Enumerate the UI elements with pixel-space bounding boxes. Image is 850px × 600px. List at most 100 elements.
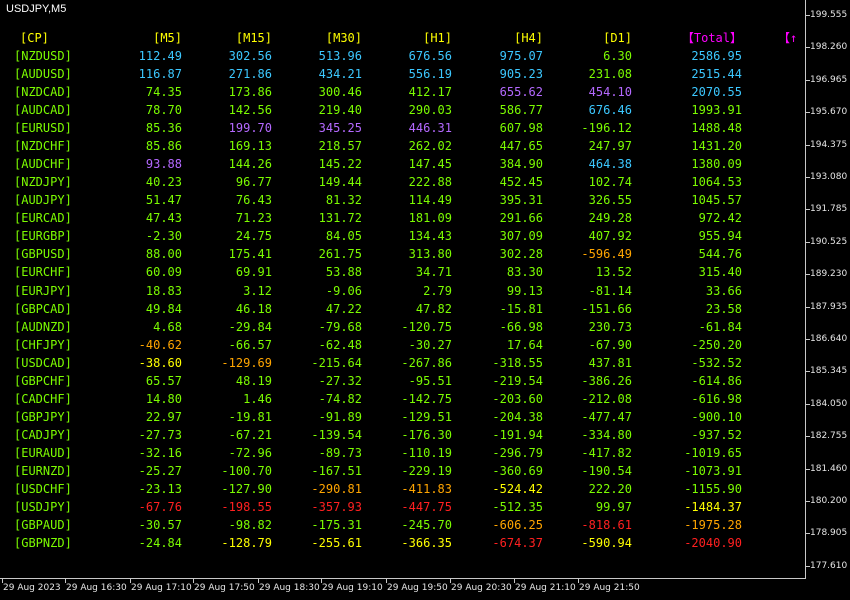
value-cell: 65.57 <box>145 374 182 388</box>
value-cell: 199.70 <box>228 121 272 135</box>
value-cell: 116.87 <box>138 67 182 81</box>
value-cell: 49.84 <box>145 302 182 316</box>
value-cell: -98.82 <box>228 518 272 532</box>
value-cell: -175.31 <box>311 518 362 532</box>
value-cell: 247.97 <box>588 139 632 153</box>
value-cell: 173.86 <box>228 85 272 99</box>
value-cell: -128.79 <box>221 536 272 550</box>
value-cell: -2040.90 <box>684 536 742 550</box>
price-label: 194.375 <box>810 140 848 150</box>
value-cell: -66.98 <box>499 320 543 334</box>
value-cell: -89.73 <box>318 446 362 460</box>
value-cell: -1155.90 <box>684 482 742 496</box>
value-cell: 13.52 <box>595 265 632 279</box>
value-cell: 222.20 <box>588 482 632 496</box>
value-cell: 315.40 <box>698 265 742 279</box>
value-cell: 99.97 <box>595 500 632 514</box>
value-cell: -616.98 <box>691 392 742 406</box>
value-cell: -1073.91 <box>684 464 742 478</box>
value-cell: -334.80 <box>581 428 632 442</box>
value-cell: -38.60 <box>138 356 182 370</box>
value-cell: -79.68 <box>318 320 362 334</box>
pair-label: [USDCAD] <box>14 356 72 370</box>
value-cell: -250.20 <box>691 338 742 352</box>
pair-label: [EURAUD] <box>14 446 72 460</box>
value-cell: -129.51 <box>401 410 452 424</box>
value-cell: 23.58 <box>705 302 742 316</box>
value-cell: -360.69 <box>492 464 543 478</box>
value-cell: -176.30 <box>401 428 452 442</box>
value-cell: 607.98 <box>499 121 543 135</box>
value-cell: 395.31 <box>499 193 543 207</box>
value-cell: 434.21 <box>318 67 362 81</box>
value-cell: -27.73 <box>138 428 182 442</box>
price-label: 185.345 <box>810 366 848 376</box>
header-: 【↑ <box>778 31 798 45</box>
value-cell: -818.61 <box>581 518 632 532</box>
value-cell: 271.86 <box>228 67 272 81</box>
value-cell: -447.75 <box>401 500 452 514</box>
value-cell: 313.80 <box>408 247 452 261</box>
value-cell: -151.66 <box>581 302 632 316</box>
pair-label: [GBPCHF] <box>14 374 72 388</box>
price-label: 187.935 <box>810 302 848 312</box>
value-cell: 14.80 <box>145 392 182 406</box>
value-cell: -15.81 <box>499 302 543 316</box>
value-cell: -9.06 <box>325 284 362 298</box>
pair-label: [AUDUSD] <box>14 67 72 81</box>
price-label: 190.525 <box>810 237 848 247</box>
value-cell: -32.16 <box>138 446 182 460</box>
value-cell: 412.17 <box>408 85 452 99</box>
value-cell: 230.73 <box>588 320 632 334</box>
value-cell: 40.23 <box>145 175 182 189</box>
value-cell: -937.52 <box>691 428 742 442</box>
pair-label: [EURCAD] <box>14 211 72 225</box>
value-cell: -24.84 <box>138 536 182 550</box>
value-cell: -296.79 <box>492 446 543 460</box>
value-cell: 85.86 <box>145 139 182 153</box>
value-cell: 84.05 <box>325 229 362 243</box>
value-cell: 181.09 <box>408 211 452 225</box>
value-cell: 144.26 <box>228 157 272 171</box>
header-total: 【Total】 <box>681 31 742 45</box>
pair-label: [EURJPY] <box>14 284 72 298</box>
value-cell: 47.22 <box>325 302 362 316</box>
value-cell: -67.90 <box>588 338 632 352</box>
value-cell: -95.51 <box>408 374 452 388</box>
value-cell: 131.72 <box>318 211 362 225</box>
time-label: 29 Aug 19:10 <box>322 583 383 593</box>
value-cell: 1045.57 <box>691 193 742 207</box>
header-m30: [M30] <box>325 31 362 45</box>
value-cell: 1380.09 <box>691 157 742 171</box>
value-cell: 17.64 <box>506 338 543 352</box>
pair-label: [CHFJPY] <box>14 338 72 352</box>
value-cell: -191.94 <box>492 428 543 442</box>
value-cell: -23.13 <box>138 482 182 496</box>
value-cell: 142.56 <box>228 103 272 117</box>
value-cell: 2515.44 <box>691 67 742 81</box>
value-cell: -91.89 <box>318 410 362 424</box>
price-label: 186.640 <box>810 334 848 344</box>
pair-label: [NZDCHF] <box>14 139 72 153</box>
value-cell: 219.40 <box>318 103 362 117</box>
value-cell: -290.81 <box>311 482 362 496</box>
value-cell: 3.12 <box>243 284 272 298</box>
value-cell: 231.08 <box>588 67 632 81</box>
value-cell: -81.14 <box>588 284 632 298</box>
value-cell: -477.47 <box>581 410 632 424</box>
value-cell: 1488.48 <box>691 121 742 135</box>
value-cell: 437.81 <box>588 356 632 370</box>
value-cell: 544.76 <box>698 247 742 261</box>
value-cell: -29.84 <box>228 320 272 334</box>
value-cell: 1064.53 <box>691 175 742 189</box>
value-cell: 85.36 <box>145 121 182 135</box>
value-cell: -1975.28 <box>684 518 742 532</box>
value-cell: -411.83 <box>401 482 452 496</box>
value-cell: 676.46 <box>588 103 632 117</box>
value-cell: -190.54 <box>581 464 632 478</box>
pair-label: [CADJPY] <box>14 428 72 442</box>
pair-label: [NZDCAD] <box>14 85 72 99</box>
value-cell: -1484.37 <box>684 500 742 514</box>
value-cell: 22.97 <box>145 410 182 424</box>
value-cell: -2.30 <box>145 229 182 243</box>
